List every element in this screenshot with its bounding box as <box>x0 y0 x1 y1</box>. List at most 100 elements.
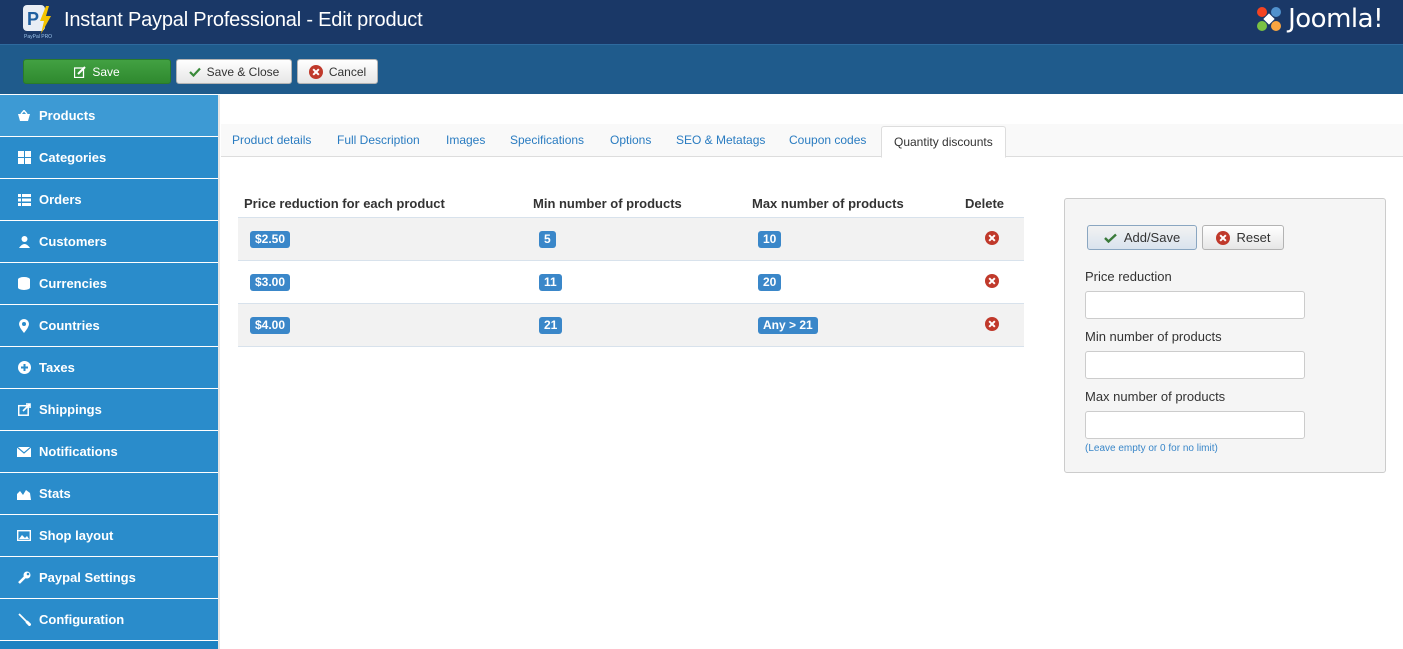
save-button-label: Save <box>92 64 120 79</box>
delete-icon[interactable] <box>984 230 999 245</box>
sidebar-item-label: Paypal Settings <box>39 570 136 585</box>
joomla-logo: Joomla! <box>1254 4 1383 34</box>
max-badge: 20 <box>758 273 782 291</box>
max-badge: Any > 21 <box>758 316 818 334</box>
sidebar-item-stats[interactable]: Stats <box>0 473 218 515</box>
sidebar-item-notifications[interactable]: Notifications <box>0 431 218 473</box>
database-icon <box>17 277 31 291</box>
sidebar-item-label: Customers <box>39 234 107 249</box>
basket-icon <box>17 109 31 123</box>
min-products-input[interactable] <box>1085 351 1305 379</box>
cancel-button[interactable]: Cancel <box>297 59 378 84</box>
sidebar-item-label: Shippings <box>39 402 102 417</box>
min-badge: 11 <box>539 273 562 291</box>
sidebar-item-taxes[interactable]: Taxes <box>0 347 218 389</box>
sidebar-item-label: Categories <box>39 150 107 165</box>
table-row: $4.00 21 Any > 21 <box>238 303 1024 347</box>
sidebar-item-paypal-settings[interactable]: Paypal Settings <box>0 557 218 599</box>
tab-full-description[interactable]: Full Description <box>337 133 420 147</box>
sidebar-item-label: Notifications <box>39 444 118 459</box>
wrench-icon <box>17 571 31 585</box>
price-badge: $2.50 <box>250 230 291 248</box>
table-row: $3.00 11 20 <box>238 260 1024 304</box>
sidebar-item-categories[interactable]: Categories <box>0 137 218 179</box>
sidebar-item-label: Shop layout <box>39 528 114 543</box>
screwdriver-icon <box>17 613 31 627</box>
cancel-icon <box>308 64 323 79</box>
joomla-icon <box>1257 7 1282 31</box>
joomla-brand-text: Joomla! <box>1288 4 1383 34</box>
sidebar-item-label: Products <box>39 108 96 123</box>
sidebar-item-products[interactable]: Products <box>0 95 218 137</box>
column-header-delete: Delete <box>965 196 1005 211</box>
column-header-max: Max number of products <box>752 196 904 211</box>
quantity-discounts-table: Price reduction for each product Min num… <box>238 190 1024 347</box>
max-products-label: Max number of products <box>1085 389 1226 404</box>
tab-seo-metatags[interactable]: SEO & Metatags <box>676 133 765 147</box>
sidebar-item-configuration[interactable]: Configuration <box>0 599 218 641</box>
reset-button[interactable]: Reset <box>1202 225 1284 250</box>
paypal-pro-logo: P PayPal PRO <box>22 4 54 40</box>
external-link-icon <box>17 403 31 417</box>
tab-specifications[interactable]: Specifications <box>510 133 584 147</box>
sidebar-item-label: Configuration <box>39 612 125 627</box>
plus-circle-icon <box>17 361 31 375</box>
sidebar-item-currencies[interactable]: Currencies <box>0 263 218 305</box>
table-header-row: Price reduction for each product Min num… <box>238 190 1024 218</box>
svg-text:P: P <box>27 9 39 29</box>
min-badge: 5 <box>539 230 556 248</box>
save-close-button[interactable]: Save & Close <box>176 59 292 84</box>
price-reduction-input[interactable] <box>1085 291 1305 319</box>
sidebar-item-label: Stats <box>39 486 71 501</box>
tab-coupon-codes[interactable]: Coupon codes <box>789 133 866 147</box>
add-save-label: Add/Save <box>1123 230 1181 245</box>
column-header-price: Price reduction for each product <box>244 196 445 211</box>
product-tabs: Product details Full Description Images … <box>221 124 1403 158</box>
price-badge: $4.00 <box>250 316 291 334</box>
sidebar-item-orders[interactable]: Orders <box>0 179 218 221</box>
column-header-min: Min number of products <box>533 196 682 211</box>
image-icon <box>17 529 31 543</box>
max-products-hint: (Leave empty or 0 for no limit) <box>1085 443 1218 454</box>
max-badge: 10 <box>758 230 782 248</box>
max-products-input[interactable] <box>1085 411 1305 439</box>
add-save-button[interactable]: Add/Save <box>1087 225 1197 250</box>
sidebar-item-countries[interactable]: Countries <box>0 305 218 347</box>
envelope-icon <box>17 445 31 459</box>
svg-text:PayPal PRO: PayPal PRO <box>24 34 52 40</box>
sidebar-item-customers[interactable]: Customers <box>0 221 218 263</box>
sidebar-item-label: Currencies <box>39 276 107 291</box>
tab-images[interactable]: Images <box>446 133 485 147</box>
sidebar-divider <box>218 95 220 649</box>
grid-icon <box>17 151 31 165</box>
tab-options[interactable]: Options <box>610 133 651 147</box>
check-icon <box>1103 233 1117 243</box>
page-title: Instant Paypal Professional - Edit produ… <box>64 9 423 31</box>
sidebar-item-shop-layout[interactable]: Shop layout <box>0 515 218 557</box>
delete-icon[interactable] <box>984 273 999 288</box>
user-icon <box>17 235 31 249</box>
save-close-label: Save & Close <box>206 64 280 79</box>
list-icon <box>17 193 31 207</box>
price-reduction-label: Price reduction <box>1085 269 1172 284</box>
save-button[interactable]: Save <box>23 59 171 84</box>
reset-label: Reset <box>1236 230 1271 245</box>
app-header: P PayPal PRO Instant Paypal Professional… <box>0 0 1403 44</box>
toolbar: Save Save & Close Cancel <box>0 44 1403 94</box>
sidebar: Products Categories Orders Customers Cur… <box>0 95 218 649</box>
sidebar-item-shippings[interactable]: Shippings <box>0 389 218 431</box>
tab-product-details[interactable]: Product details <box>232 133 311 147</box>
cancel-label: Cancel <box>328 64 367 79</box>
delete-icon[interactable] <box>984 316 999 331</box>
price-badge: $3.00 <box>250 273 291 291</box>
tab-quantity-discounts[interactable]: Quantity discounts <box>881 126 1006 158</box>
location-pin-icon <box>17 318 31 333</box>
min-products-label: Min number of products <box>1085 329 1222 344</box>
sidebar-item-label: Orders <box>39 192 82 207</box>
sidebar-item-label: Countries <box>39 318 100 333</box>
reset-icon <box>1215 230 1230 245</box>
min-badge: 21 <box>539 316 563 334</box>
sidebar-item-label: Taxes <box>39 360 75 375</box>
check-icon <box>188 67 201 77</box>
discount-form-panel: Add/Save Reset Price reduction Min numbe… <box>1064 198 1386 473</box>
